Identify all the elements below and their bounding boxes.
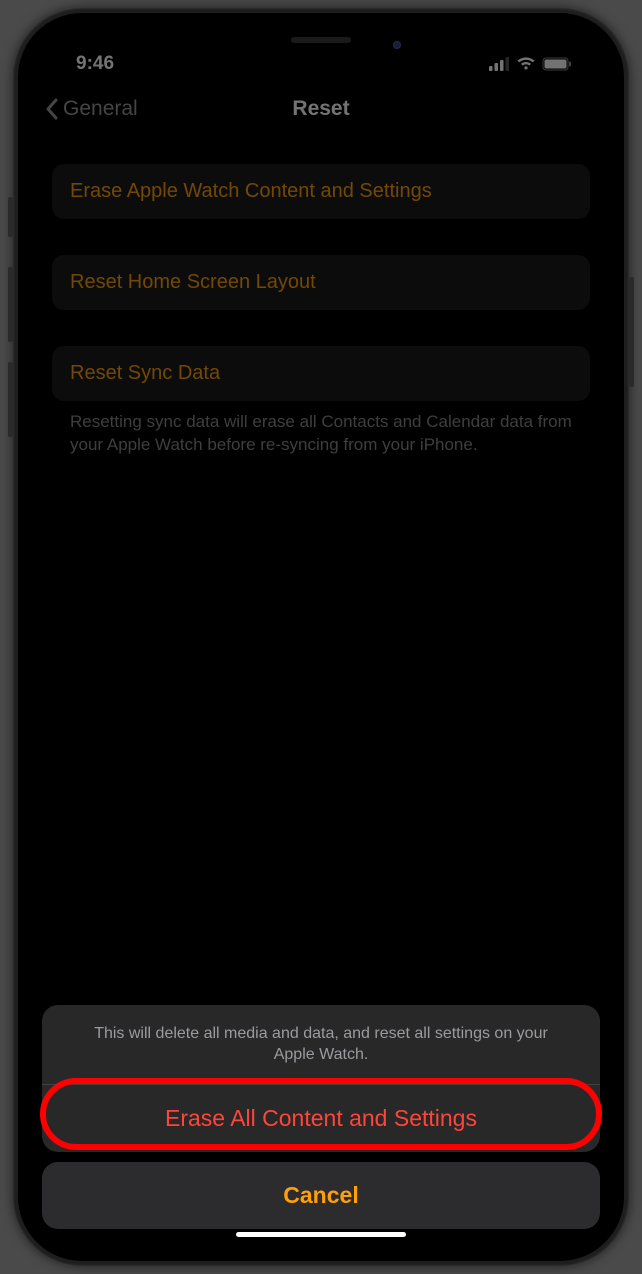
back-label: General <box>63 97 138 121</box>
cellular-icon <box>489 57 510 71</box>
back-button[interactable]: General <box>44 97 138 121</box>
volume-down-button <box>8 362 13 437</box>
sheet-main-group: This will delete all media and data, and… <box>42 1005 600 1152</box>
content-area: Erase Apple Watch Content and Settings R… <box>32 136 610 457</box>
nav-title: Reset <box>292 97 349 121</box>
erase-all-button[interactable]: Erase All Content and Settings <box>42 1085 600 1152</box>
chevron-left-icon <box>44 98 59 120</box>
reset-home-row[interactable]: Reset Home Screen Layout <box>52 255 590 310</box>
front-camera <box>393 41 401 49</box>
notch <box>206 27 436 62</box>
sheet-cancel-group: Cancel <box>42 1162 600 1229</box>
volume-up-button <box>8 267 13 342</box>
status-time: 9:46 <box>62 53 114 75</box>
wifi-icon <box>516 57 536 71</box>
phone-frame: 9:46 General Reset Erase Apple Watch Con… <box>12 7 630 1267</box>
home-indicator[interactable] <box>236 1232 406 1237</box>
sheet-message: This will delete all media and data, and… <box>42 1005 600 1085</box>
screen: 9:46 General Reset Erase Apple Watch Con… <box>32 27 610 1247</box>
cancel-button[interactable]: Cancel <box>42 1162 600 1229</box>
action-sheet: This will delete all media and data, and… <box>42 1005 600 1229</box>
nav-bar: General Reset <box>32 82 610 136</box>
reset-sync-row[interactable]: Reset Sync Data <box>52 346 590 401</box>
sync-footer-note: Resetting sync data will erase all Conta… <box>52 411 590 457</box>
erase-watch-row[interactable]: Erase Apple Watch Content and Settings <box>52 164 590 219</box>
battery-icon <box>542 57 572 71</box>
mute-switch <box>8 197 13 237</box>
power-button <box>629 277 634 387</box>
status-icons <box>489 57 580 71</box>
speaker-grille <box>291 37 351 43</box>
